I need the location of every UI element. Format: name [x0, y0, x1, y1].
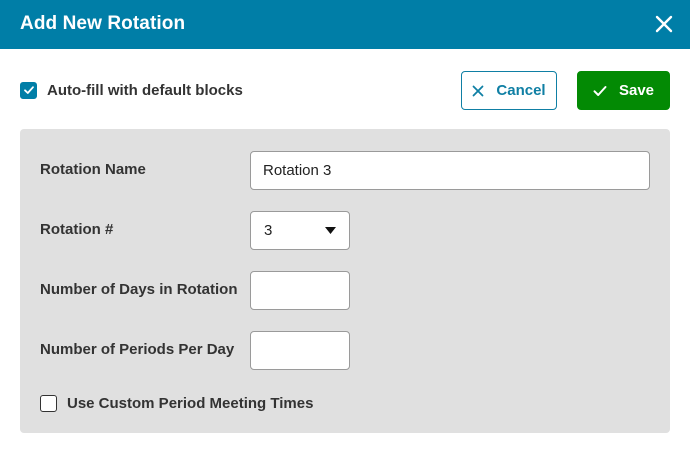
autofill-checkbox-box[interactable] [20, 81, 37, 99]
dialog-title: Add New Rotation [20, 13, 186, 34]
rotation-name-label: Rotation Name [40, 161, 146, 178]
periods-per-day-input[interactable] [250, 331, 350, 370]
rotation-name-input[interactable] [250, 151, 650, 190]
rotation-number-value: 3 [264, 222, 273, 239]
rotation-number-label: Rotation # [40, 221, 114, 238]
cancel-label: Cancel [496, 82, 546, 99]
save-label: Save [618, 82, 655, 99]
save-button[interactable]: Save [577, 71, 670, 110]
close-icon [655, 15, 673, 33]
custom-period-times-checkbox[interactable]: Use Custom Period Meeting Times [40, 393, 313, 413]
custom-period-times-box[interactable] [40, 394, 57, 412]
periods-per-day-label: Number of Periods Per Day [40, 341, 235, 358]
dialog-header: Add New Rotation [0, 0, 690, 49]
x-icon [472, 85, 484, 96]
add-rotation-dialog: Add New Rotation Auto-fill with default … [0, 0, 690, 452]
autofill-label: Auto-fill with default blocks [47, 81, 243, 99]
custom-period-times-label: Use Custom Period Meeting Times [67, 394, 314, 412]
cancel-button[interactable]: Cancel [461, 71, 557, 110]
days-in-rotation-input[interactable] [250, 271, 350, 310]
rotation-number-select[interactable]: 3 [250, 211, 350, 250]
days-in-rotation-label: Number of Days in Rotation [40, 281, 238, 298]
check-icon [23, 86, 34, 94]
checkmark-icon [593, 85, 607, 96]
rotation-form-panel: Rotation Name Rotation # 3 Number of Day… [20, 129, 670, 433]
autofill-checkbox[interactable]: Auto-fill with default blocks [20, 80, 243, 100]
caret-down-icon [325, 227, 336, 234]
close-button[interactable] [652, 12, 676, 36]
